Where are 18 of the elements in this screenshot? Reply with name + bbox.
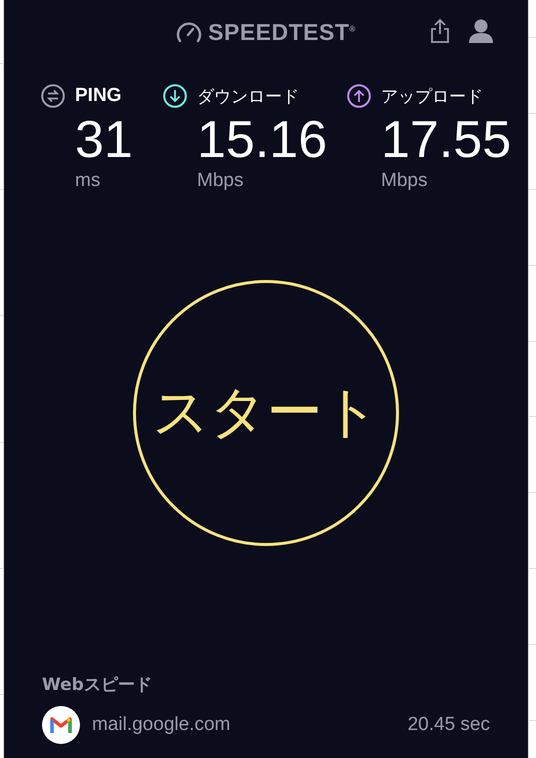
load-time: 20.45 sec bbox=[408, 714, 490, 736]
metric-label: ダウンロード bbox=[197, 86, 300, 108]
metric-unit: ms bbox=[75, 170, 102, 192]
share-icon[interactable] bbox=[430, 18, 450, 44]
gauge-icon bbox=[176, 21, 202, 43]
site-url: mail.google.com bbox=[92, 714, 232, 736]
metric-value: 15.16 bbox=[197, 110, 328, 170]
app-logo: SPEEDTEST$^{®}$ bbox=[208, 18, 356, 46]
metric-label: PING bbox=[75, 85, 122, 107]
start-button[interactable]: スタート bbox=[133, 280, 399, 546]
user-icon[interactable] bbox=[468, 19, 494, 43]
section-title: Webスピード bbox=[42, 674, 153, 696]
metric-value: 17.55 bbox=[381, 110, 512, 170]
metric-value: 31 bbox=[75, 110, 134, 170]
site-icon bbox=[42, 706, 80, 744]
metric-unit: Mbps bbox=[197, 170, 244, 192]
metric-label: アップロード bbox=[381, 86, 484, 108]
metric-unit: Mbps bbox=[381, 170, 428, 192]
